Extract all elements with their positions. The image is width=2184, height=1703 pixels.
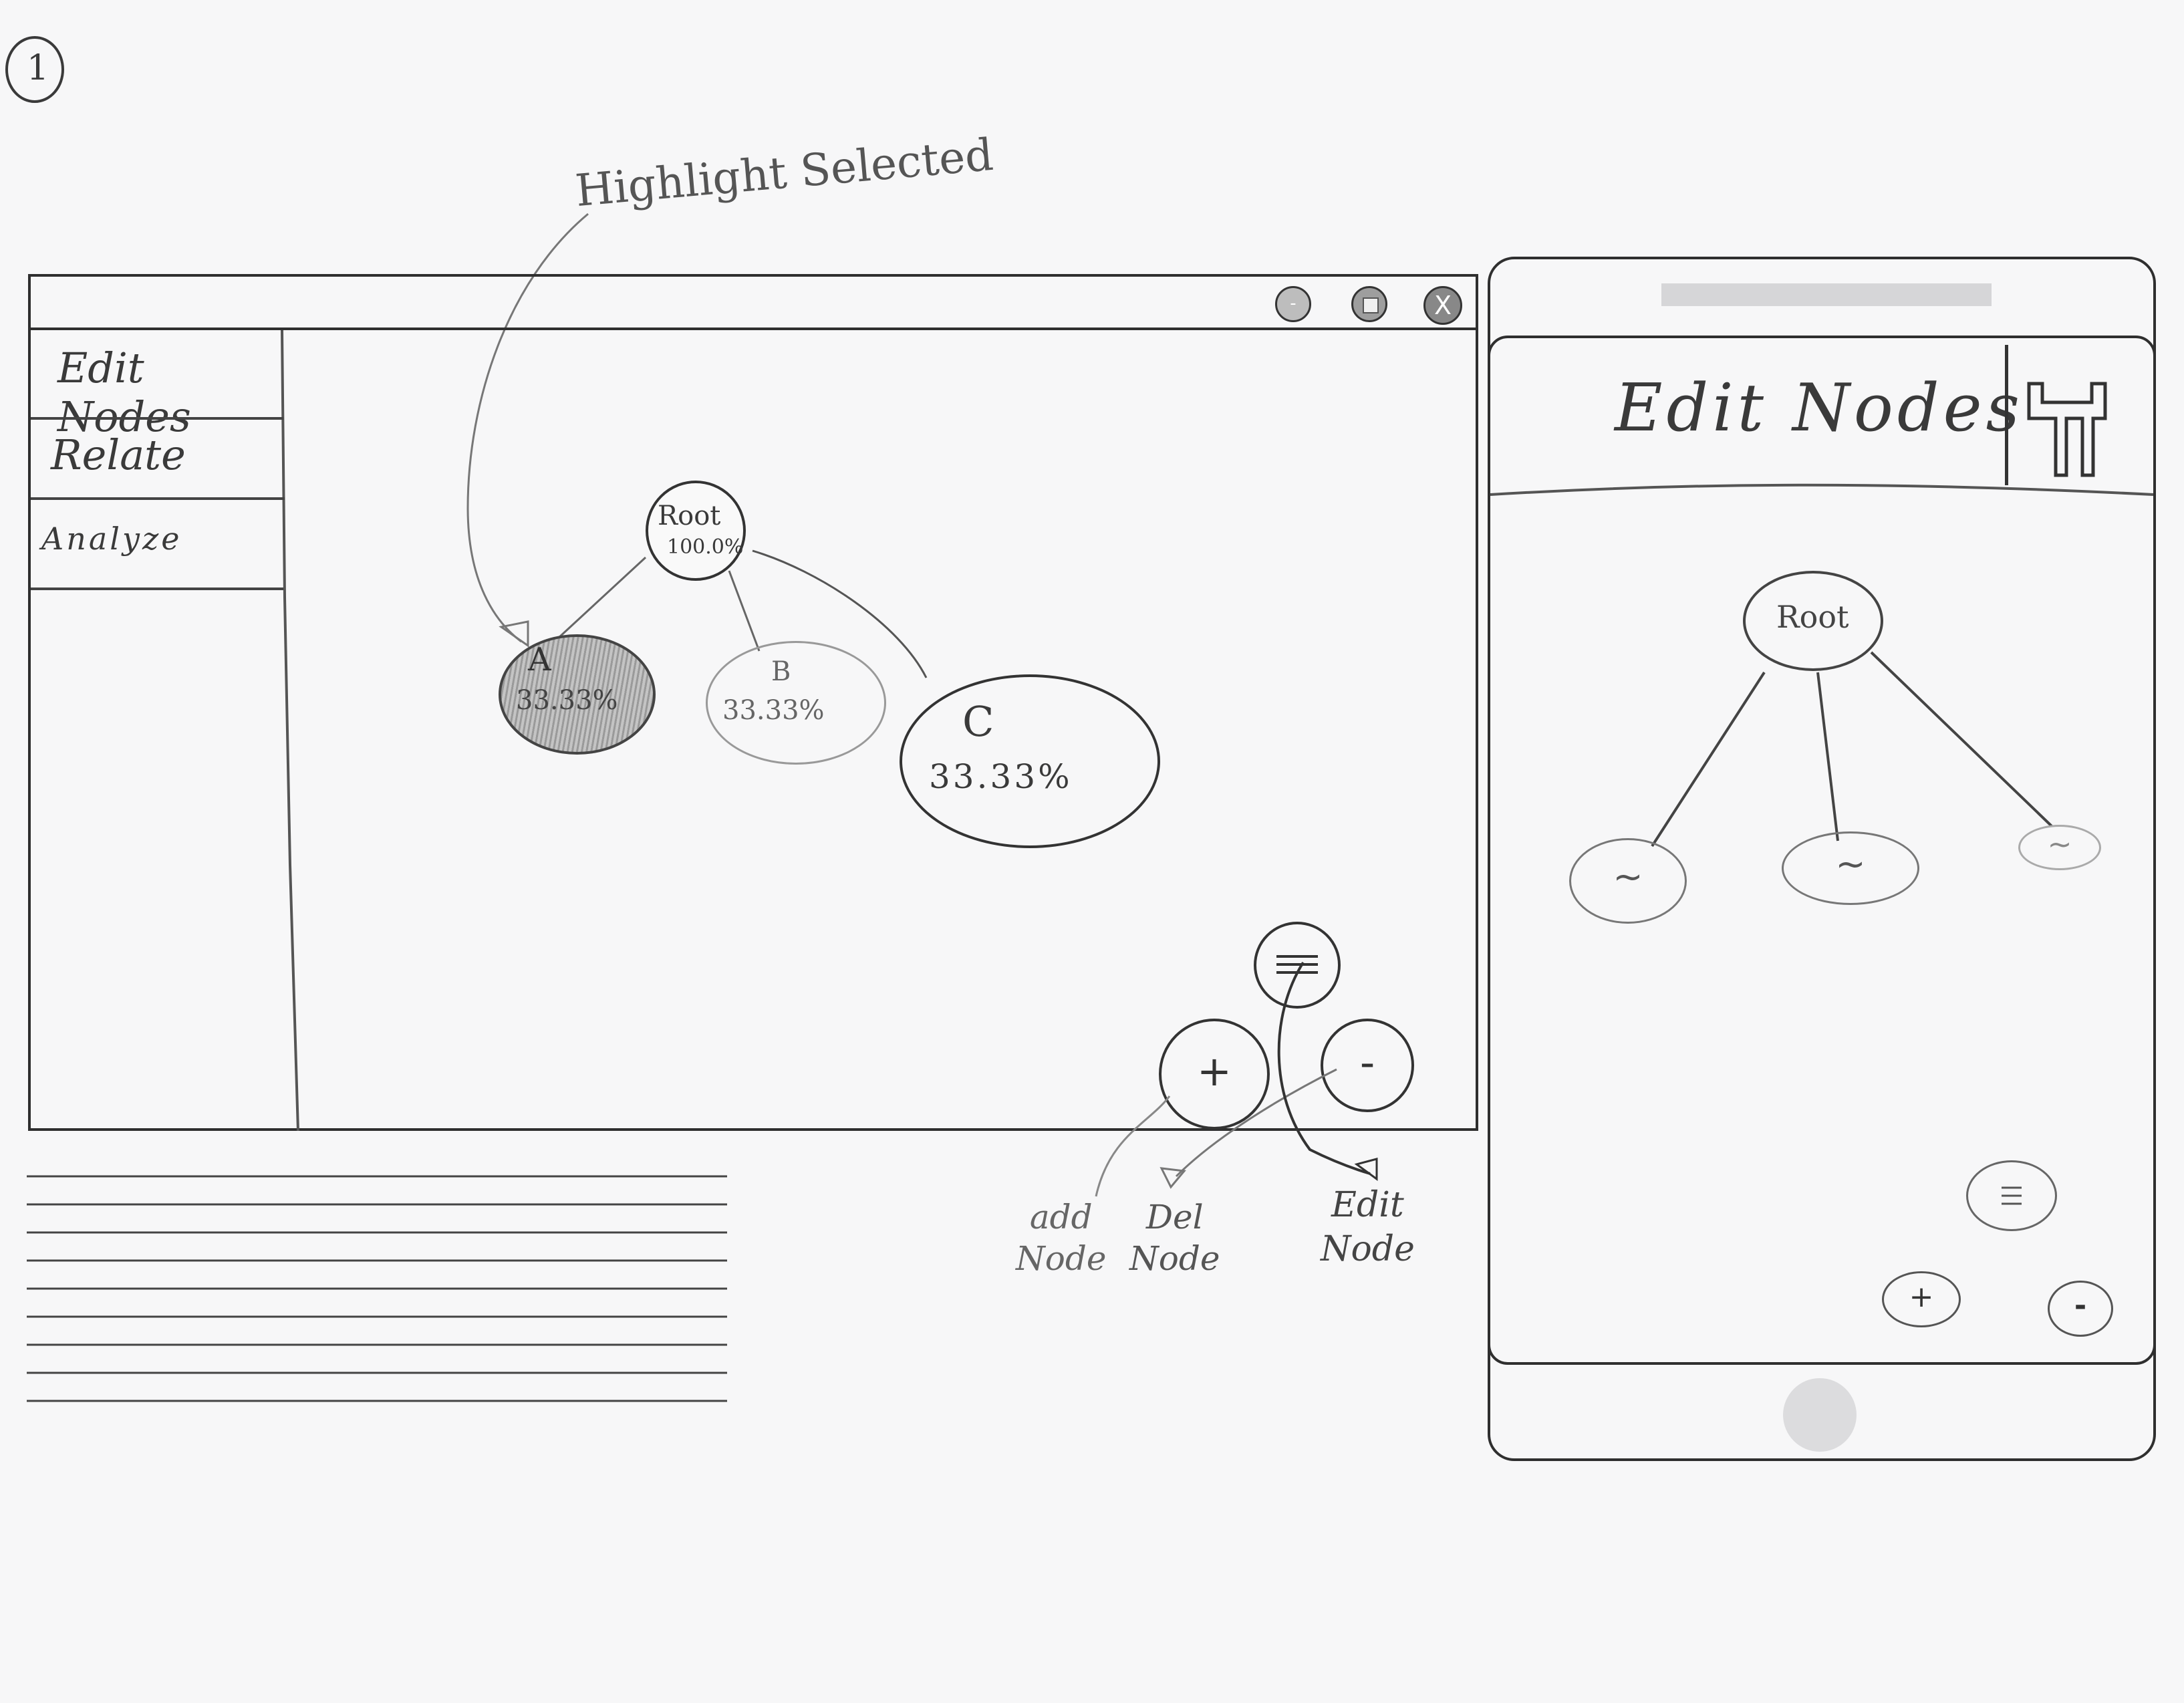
- mobile-screen: Edit Nodes Root ~ ~ ~ + -: [1488, 336, 2156, 1365]
- ruled-lines: [27, 1175, 727, 1402]
- annotation-edit-line2: Node: [1321, 1229, 1415, 1269]
- annotation-edit-line1: Edit: [1331, 1185, 1404, 1225]
- annotation-add-line2: Node: [1016, 1239, 1107, 1278]
- mobile-device: Edit Nodes Root ~ ~ ~ + -: [1488, 257, 2156, 1461]
- annotation-edit-node: Edit Node: [1321, 1183, 1415, 1271]
- menu-icon: [2002, 1186, 2022, 1205]
- node-placeholder: ~: [2047, 827, 2072, 862]
- annotation-add-line1: add: [1029, 1198, 1093, 1236]
- annotation-del-line2: Node: [1129, 1239, 1220, 1278]
- mobile-tree-node[interactable]: ~: [2018, 825, 2101, 870]
- annotation-del-node: Del Node: [1129, 1196, 1220, 1279]
- plus-icon: +: [1909, 1280, 1934, 1314]
- home-button[interactable]: [1783, 1378, 1857, 1452]
- minus-icon: -: [2074, 1289, 2087, 1323]
- mobile-fab-add-button[interactable]: +: [1882, 1271, 1961, 1327]
- annotation-del-line1: Del: [1145, 1198, 1204, 1236]
- mobile-tree-node[interactable]: ~: [1569, 838, 1687, 924]
- mobile-tree-node[interactable]: ~: [1782, 831, 1919, 905]
- node-placeholder: ~: [1613, 856, 1643, 898]
- speaker-bar: [1661, 283, 1992, 306]
- mobile-fab-menu-button[interactable]: [1966, 1160, 2057, 1231]
- mobile-tree-node-root[interactable]: Root: [1743, 571, 1883, 671]
- annotation-add-node: add Node: [1016, 1196, 1106, 1279]
- mobile-fab-remove-button[interactable]: -: [2048, 1281, 2113, 1337]
- node-placeholder: ~: [1835, 843, 1866, 885]
- node-label: Root: [1776, 599, 1849, 635]
